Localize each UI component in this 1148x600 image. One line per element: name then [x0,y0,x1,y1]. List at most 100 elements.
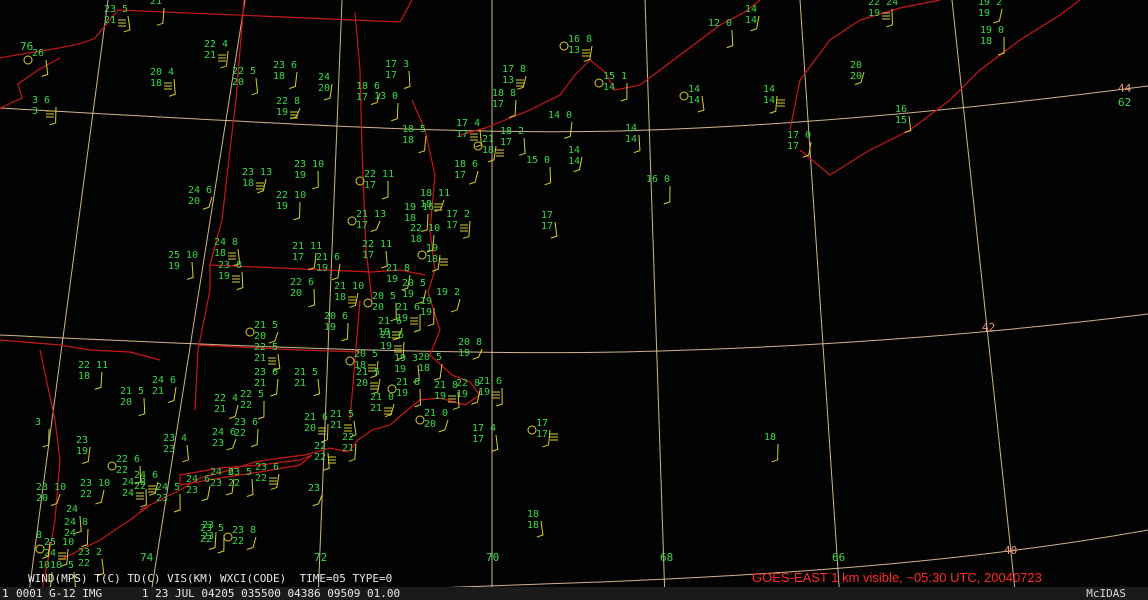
image-caption: GOES-EAST 1 km visible, ~05:30 UTC, 2004… [752,570,1042,585]
station-temp-vis: 23 5 [228,467,252,478]
station-model: 22 2419 [868,0,898,28]
station-model: 24 523 [156,482,181,513]
station-temp-vis: 14 [763,84,775,95]
wind-barb [583,45,593,62]
wind-barb [202,196,213,210]
station-dewpoint: 19 [396,388,408,399]
station-temp-vis: 17 3 [385,59,409,70]
station-models: 23 521212622 42122 52023 61820 418242017… [23,0,1005,590]
station-temp-vis: 21 8 [386,263,410,274]
station-dewpoint: 17 [356,220,368,231]
station-dewpoint: 19 [324,322,336,333]
station-dewpoint: 20 [254,331,266,342]
station-model: 1414 [763,84,785,114]
station-dewpoint: 20 [424,419,436,430]
weather-symbol [777,99,785,107]
station-model: 23 622 [255,462,280,490]
station-temp-vis: 18 6 [454,159,478,170]
station-model: 21 020 [415,408,449,433]
station-temp-vis: 21 6 [380,330,404,341]
station-model: 19 2 [436,287,461,313]
station-model: 23 423 [163,433,190,463]
weather-symbol [882,12,890,20]
station-dewpoint: 19 [380,341,392,352]
station-dewpoint: 17 [492,99,504,110]
station-model: 12 0 [708,18,734,49]
station-model: 1414 [679,84,705,113]
wind-barb [167,386,177,404]
wind-barb [289,71,298,89]
station-model: 20 518 [418,352,443,381]
plot-legend: WIND(MPS) T(C) TD(C) VIS(KM) WXCI(CODE) … [28,572,393,585]
mcidas-brand: McIDAS [1086,587,1126,600]
station-temp-vis: 8 [36,530,42,541]
weather-symbol [348,296,356,304]
lon-label: 72 [314,551,327,564]
station-temp-vis: 21 0 [370,392,394,403]
station-temp-vis: 21 8 [396,377,420,388]
station-model: 3 63 [32,95,57,126]
station-temp-vis: 24 [66,504,78,515]
station-temp-vis: 24 5 [156,482,180,493]
station-dewpoint: 21 [342,443,354,454]
station-model: 23 1022 [80,478,110,505]
sky-cover-circle [223,532,233,542]
station-dewpoint: 21 [214,404,226,415]
wind-barb [182,444,190,463]
lon-label: 74 [140,551,154,564]
wind-barb [42,428,50,448]
station-temp-vis: 16 [895,104,907,115]
weather-symbol [118,19,126,27]
station-temp-vis: 21 13 [356,209,386,220]
station-model: 23 1019 [294,159,324,190]
weather-symbol [256,182,264,190]
sky-cover-circle [107,461,117,471]
station-temp-vis: 23 6 [273,60,297,71]
wind-barb [384,403,395,418]
status-bar: 1 0001 G-12 IMG 1 23 JUL 04205 035500 04… [0,587,1148,600]
weather-symbol [268,357,276,365]
wind-barb [544,166,552,186]
station-temp-vis: 22 10 [276,190,306,201]
station-dewpoint: 21 [330,420,342,431]
weather-symbol [370,382,378,390]
station-model: 15 0 [526,155,552,186]
wind-barb [312,170,319,190]
station-dewpoint: 18 [418,363,430,374]
station-dewpoint: 24 [122,488,134,499]
station-temp-vis: 23 6 [255,462,279,473]
station-model: 22 620 [290,277,316,308]
wind-barb [496,387,503,407]
station-temp-vis: 22 4 [214,393,238,404]
wind-barb [169,78,176,97]
border-line [799,0,1081,176]
station-model: 1919 [420,296,435,327]
station-dewpoint: 23 [212,438,224,449]
station-model: 21 520 [356,367,381,395]
wind-barb [270,378,279,397]
station-dewpoint: 19 [402,289,414,300]
station-dewpoint: 17 [787,141,799,152]
station-temp-vis: 22 6 [116,454,140,465]
station-dewpoint: 14 [763,95,775,106]
station-temp-vis: 17 2 [446,209,470,220]
station-model: 22 522 [240,389,265,420]
wind-barb [236,271,244,291]
station-model: 1918 [417,243,448,272]
station-temp-vis: 20 8 [458,337,482,348]
station-model: 16 0 [646,174,671,205]
frame-number: 1 [2,587,9,600]
station-dewpoint: 19 [76,446,88,457]
station-model: 17 417 [472,423,499,452]
wind-barb [308,288,316,308]
station-temp-vis: 21 5 [294,367,318,378]
station-model: 22 819 [276,96,301,120]
station-dewpoint: 20 [120,397,132,408]
station-temp-vis: 20 6 [324,311,348,322]
station-model: 1414 [568,145,583,173]
station-dewpoint: 23 [202,531,214,542]
station-model: 2420 [318,72,333,101]
station-model: 20 619 [324,311,349,342]
weather-symbol [269,477,277,485]
sky-cover-circle [345,356,355,366]
